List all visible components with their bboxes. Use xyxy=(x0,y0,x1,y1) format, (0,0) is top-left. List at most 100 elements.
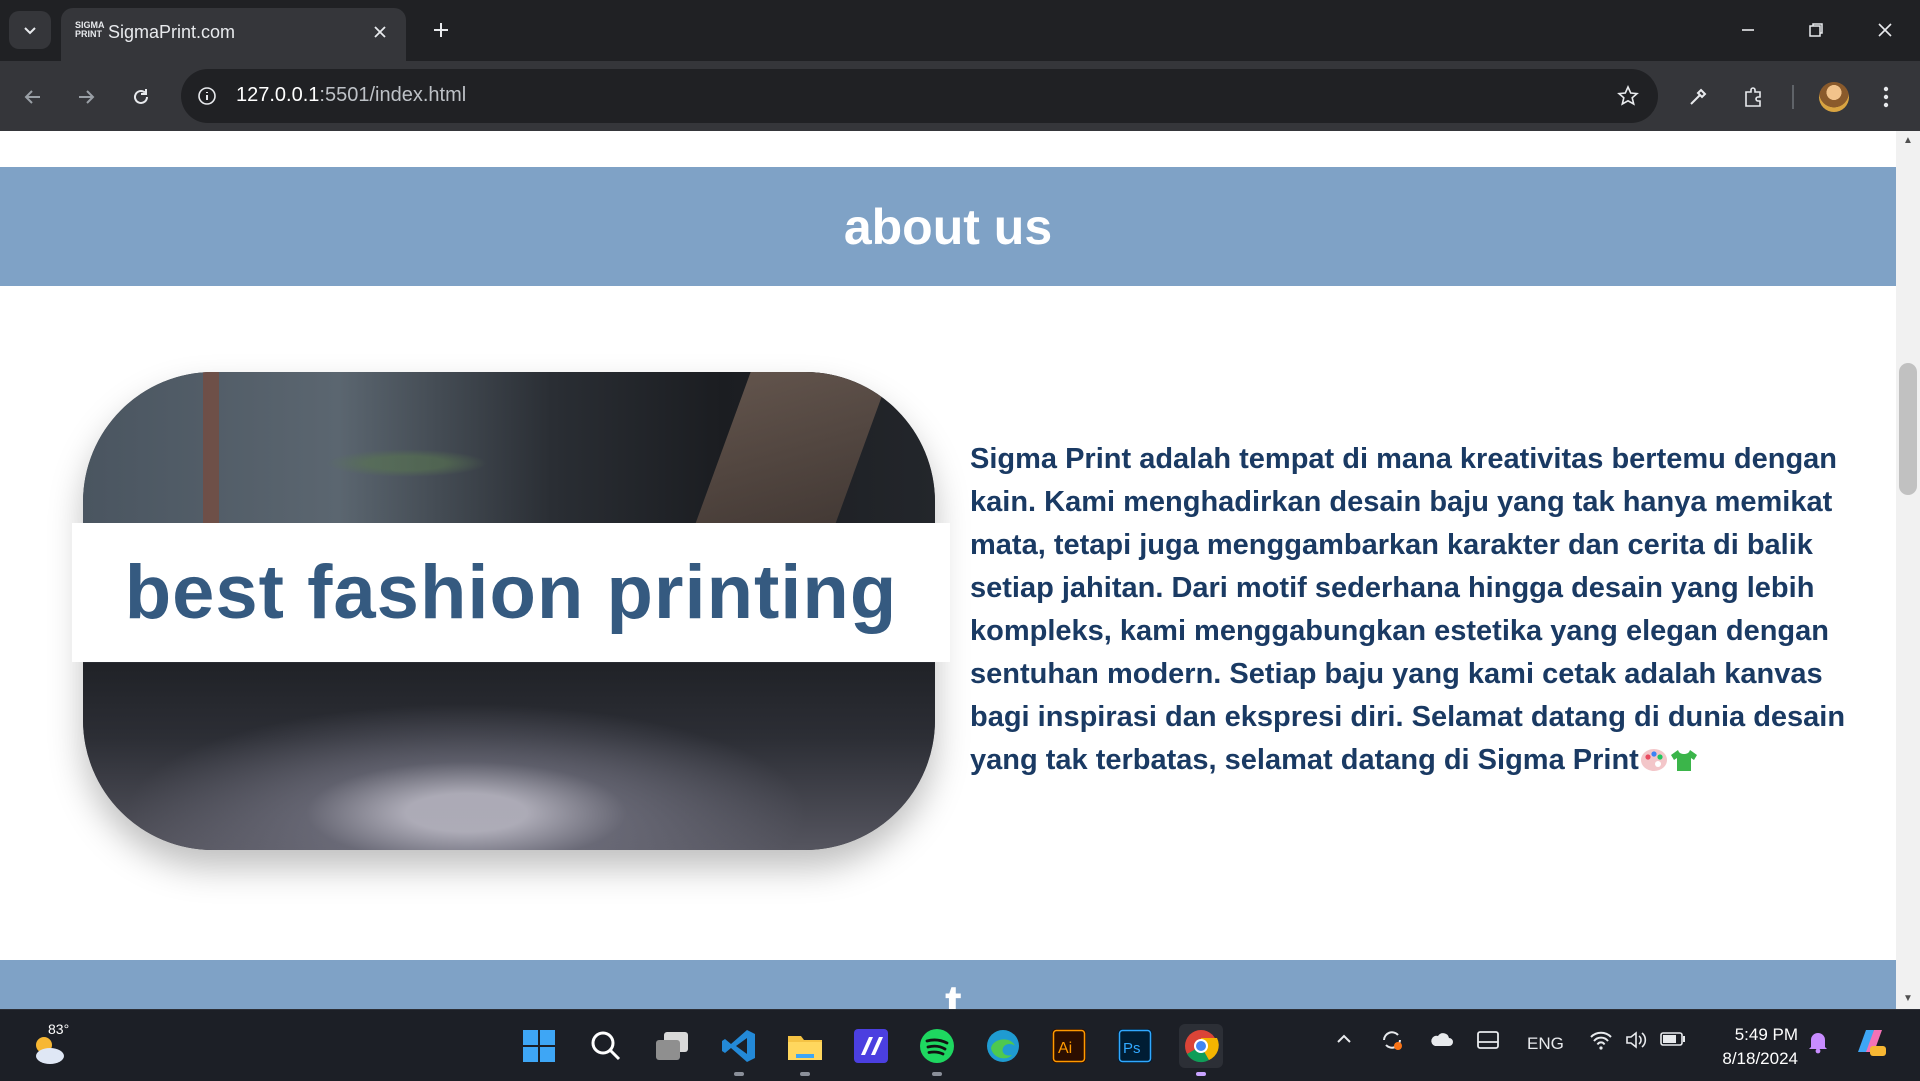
new-tab-button[interactable] xyxy=(424,13,458,47)
chevron-down-icon xyxy=(24,27,36,35)
folder-icon xyxy=(788,1036,822,1060)
close-icon xyxy=(1878,23,1892,37)
cloud-icon xyxy=(1431,1033,1453,1046)
taskbar-search-button[interactable] xyxy=(584,1024,628,1068)
weather-widget[interactable]: 83° xyxy=(28,1021,72,1069)
illustrator-icon: Ai xyxy=(1052,1029,1086,1063)
back-button[interactable] xyxy=(13,77,53,117)
photo-detail xyxy=(203,372,219,524)
site-info-button[interactable] xyxy=(193,82,221,110)
photo-detail xyxy=(695,372,891,524)
close-icon xyxy=(374,26,386,38)
volume-tray-button[interactable] xyxy=(1624,1030,1648,1055)
url-text: 127.0.0.1:5501/index.html xyxy=(236,84,466,107)
copilot-button[interactable] xyxy=(1852,1026,1888,1063)
wifi-tray-button[interactable] xyxy=(1589,1030,1613,1055)
reload-icon xyxy=(134,89,148,104)
tablet-tray-button[interactable] xyxy=(1476,1030,1500,1055)
spotify-app[interactable] xyxy=(915,1024,959,1076)
windows-icon xyxy=(523,1030,555,1062)
tab-search-button[interactable] xyxy=(9,11,51,49)
scrollbar-thumb[interactable] xyxy=(1899,363,1917,495)
task-view-button[interactable] xyxy=(650,1024,694,1068)
chevron-up-icon xyxy=(1337,1034,1351,1043)
page-viewport: about us best fashion printing Sigma Pri… xyxy=(0,131,1896,1009)
hero-photo-bottom xyxy=(83,663,935,850)
sync-tray-button[interactable] xyxy=(1380,1028,1404,1057)
browser-toolbar: 127.0.0.1:5501/index.html xyxy=(0,61,1920,131)
next-section-heading-peek: t xyxy=(945,975,962,1009)
address-bar[interactable]: 127.0.0.1:5501/index.html xyxy=(181,69,1658,123)
vscode-icon xyxy=(722,1030,755,1062)
wifi-icon xyxy=(1590,1031,1612,1050)
speaker-icon xyxy=(1626,1031,1647,1049)
reload-button[interactable] xyxy=(121,77,161,117)
running-indicator xyxy=(1196,1072,1206,1076)
tab-close-button[interactable] xyxy=(368,20,392,44)
show-hidden-icons-button[interactable] xyxy=(1335,1030,1353,1053)
sigma-print-favicon: SIGMA PRINT xyxy=(75,20,105,39)
hero-banner-text: best fashion printing xyxy=(124,550,898,635)
restore-button[interactable] xyxy=(1796,10,1836,50)
language-indicator[interactable]: ENG xyxy=(1527,1034,1564,1054)
puzzle-icon xyxy=(1745,87,1761,107)
notifications-button[interactable] xyxy=(1807,1030,1829,1059)
illustrator-app[interactable]: Ai xyxy=(1047,1024,1091,1068)
system-clock[interactable]: 5:49 PM 8/18/2024 xyxy=(1706,1023,1798,1071)
battery-tray-button[interactable] xyxy=(1660,1031,1686,1052)
chrome-app-active[interactable] xyxy=(1179,1024,1223,1076)
start-button[interactable] xyxy=(517,1024,561,1068)
onedrive-tray-button[interactable] xyxy=(1428,1030,1454,1053)
file-explorer-app[interactable] xyxy=(783,1024,827,1076)
about-paragraph: Sigma Print adalah tempat di mana kreati… xyxy=(970,438,1850,782)
star-icon xyxy=(1617,85,1639,106)
svg-text:Ps: Ps xyxy=(1123,1040,1141,1057)
vscode-app[interactable] xyxy=(717,1024,761,1076)
forward-button[interactable] xyxy=(66,77,106,117)
browser-menu-button[interactable] xyxy=(1866,77,1906,117)
sync-icon xyxy=(1383,1031,1402,1050)
photoshop-app[interactable]: Ps xyxy=(1113,1024,1157,1068)
more-vertical-icon xyxy=(1883,86,1889,108)
svg-text:Ai: Ai xyxy=(1058,1040,1072,1057)
running-indicator xyxy=(800,1072,810,1076)
weather-temperature: 83° xyxy=(48,1021,70,1037)
search-icon xyxy=(591,1031,621,1061)
clock-time: 5:49 PM xyxy=(1734,1025,1798,1044)
copilot-app[interactable] xyxy=(849,1024,893,1068)
url-path: :5501/index.html xyxy=(319,84,467,106)
arrow-left-icon xyxy=(24,90,40,104)
tab-title: SigmaPrint.com xyxy=(108,22,236,42)
scroll-up-arrow-icon[interactable]: ▲ xyxy=(1902,135,1914,147)
running-indicator xyxy=(734,1072,744,1076)
spotify-icon xyxy=(920,1029,954,1063)
profile-avatar[interactable] xyxy=(1819,82,1849,112)
restore-icon xyxy=(1809,23,1823,37)
photoshop-icon: Ps xyxy=(1118,1029,1152,1063)
windows-taskbar: 83° Ai Ps ENG 5:49 PM 8/18/2024 xyxy=(0,1009,1920,1081)
eyedropper-extension-button[interactable] xyxy=(1678,77,1718,117)
hero-photo-top xyxy=(83,372,935,524)
scroll-down-arrow-icon[interactable]: ▼ xyxy=(1902,993,1914,1005)
page-scrollbar[interactable]: ▲ ▼ xyxy=(1896,131,1920,1009)
about-paragraph-text: Sigma Print adalah tempat di mana kreati… xyxy=(970,443,1846,776)
browser-tab-active[interactable]: SIGMA PRINT SigmaPrint.com xyxy=(61,8,406,61)
edge-icon xyxy=(987,1030,1019,1062)
plus-icon xyxy=(434,23,448,37)
battery-icon xyxy=(1660,1032,1685,1046)
info-icon xyxy=(198,87,216,105)
chrome-icon xyxy=(1185,1030,1219,1063)
bell-icon xyxy=(1809,1033,1827,1054)
bookmark-button[interactable] xyxy=(1614,82,1642,110)
running-indicator xyxy=(932,1072,942,1076)
close-window-button[interactable] xyxy=(1865,10,1905,50)
about-us-heading: about us xyxy=(843,198,1053,255)
minimize-button[interactable] xyxy=(1728,10,1768,50)
extensions-button[interactable] xyxy=(1733,77,1773,117)
next-section-header: t xyxy=(0,960,1896,1009)
copilot-icon xyxy=(1858,1030,1886,1056)
device-icon xyxy=(1477,1031,1499,1049)
minimize-icon xyxy=(1742,29,1754,31)
edge-app[interactable] xyxy=(981,1024,1025,1068)
about-us-header: about us xyxy=(0,167,1896,286)
